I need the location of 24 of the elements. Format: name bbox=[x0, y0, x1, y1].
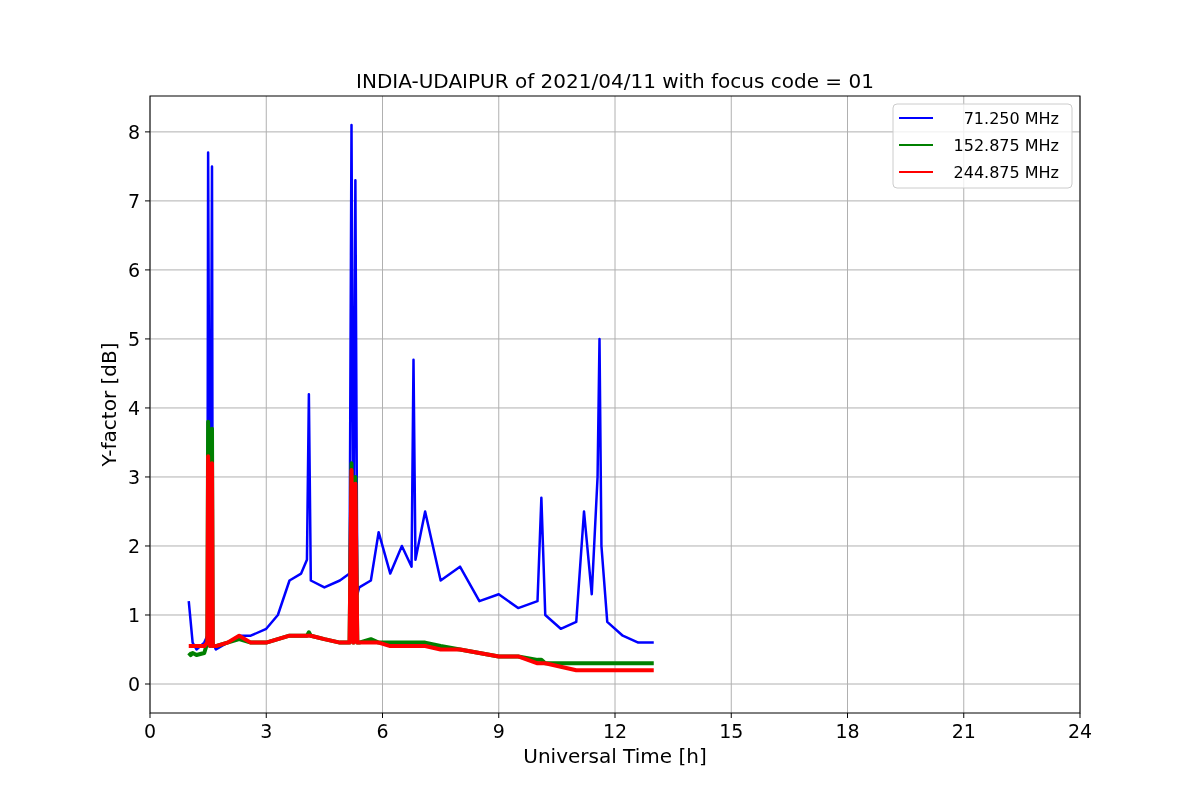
y-tick-label: 8 bbox=[127, 120, 140, 143]
y-tick-label: 5 bbox=[127, 327, 140, 350]
legend-label: 244.875 MHz bbox=[953, 163, 1059, 182]
y-tick-label: 1 bbox=[127, 604, 140, 626]
x-tick-label: 24 bbox=[1067, 720, 1093, 742]
x-tick-label: 15 bbox=[719, 720, 744, 742]
legend-label: 71.250 MHz bbox=[963, 109, 1059, 128]
x-tick-label: 12 bbox=[602, 720, 628, 742]
y-tick-label: 3 bbox=[127, 465, 140, 488]
y-tick-label: 7 bbox=[127, 189, 140, 212]
y-tick-label: 0 bbox=[127, 673, 140, 695]
y-tick-label: 4 bbox=[127, 396, 140, 419]
legend-label: 152.875 MHz bbox=[953, 136, 1059, 155]
x-tick-label: 0 bbox=[143, 720, 157, 742]
x-tick-label: 21 bbox=[951, 720, 976, 742]
chart-title: INDIA-UDAIPUR of 2021/04/11 with focus code = 01 bbox=[356, 69, 874, 93]
x-tick-label: 18 bbox=[835, 720, 860, 742]
y-tick-label: 2 bbox=[127, 535, 140, 557]
x-tick-label: 9 bbox=[492, 720, 505, 742]
y-axis-label: Y-factor [dB] bbox=[97, 342, 121, 467]
y-tick-label: 6 bbox=[127, 258, 140, 281]
x-axis-label: Universal Time [h] bbox=[523, 744, 707, 768]
x-tick-label: 6 bbox=[376, 720, 389, 742]
x-tick-label: 3 bbox=[260, 720, 273, 742]
